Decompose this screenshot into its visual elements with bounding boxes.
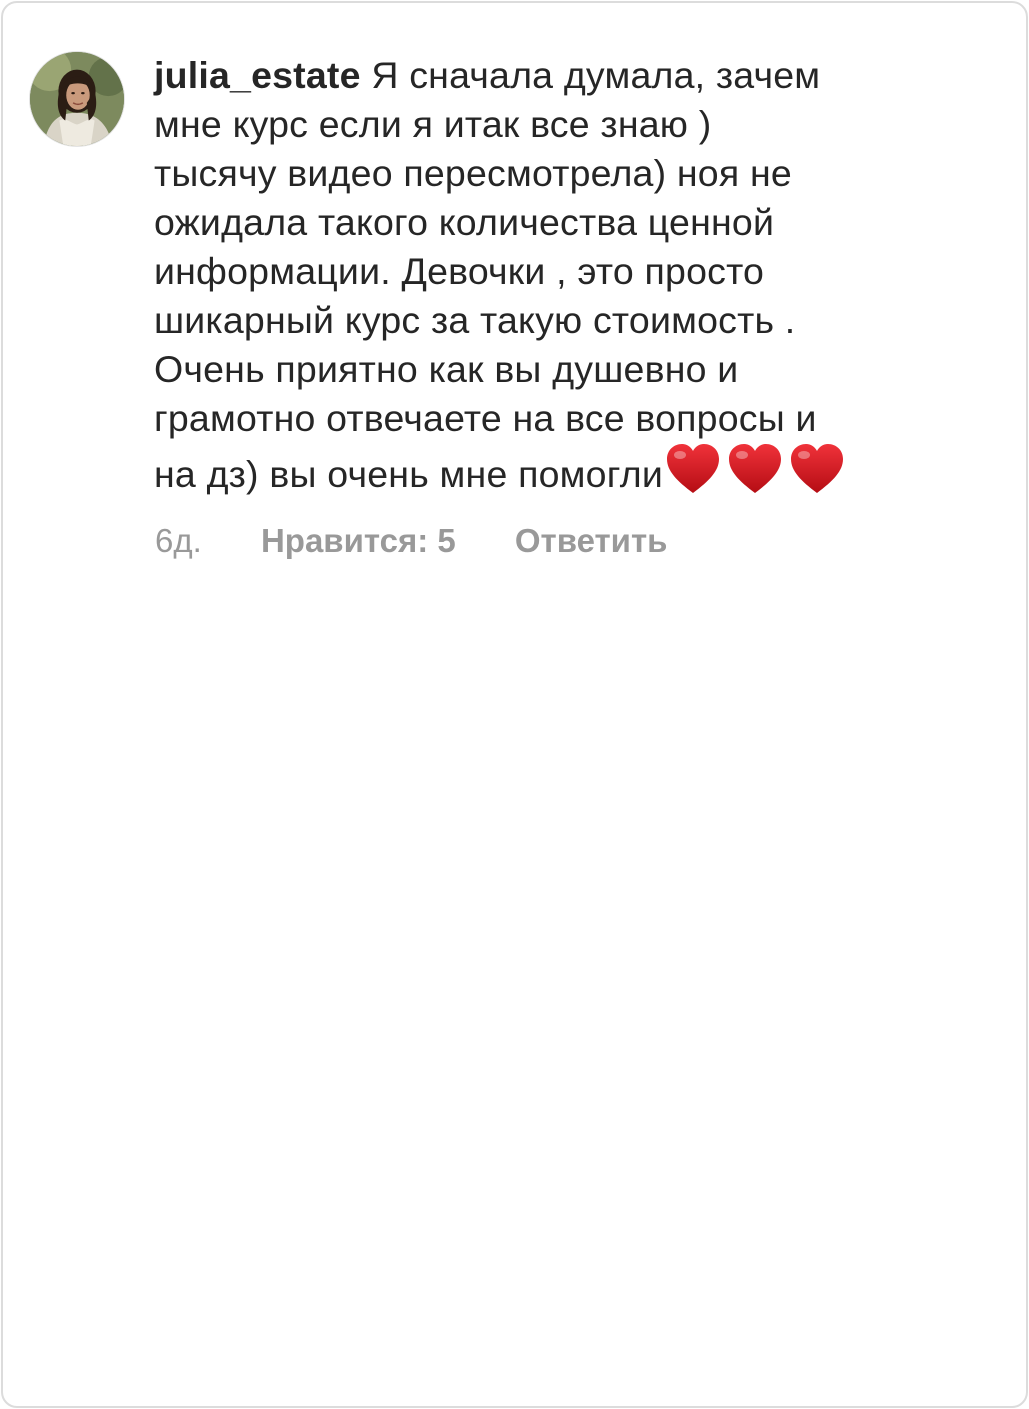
red-heart-icon [727, 443, 783, 495]
comment-line: информации. Девочки , это просто [154, 250, 765, 292]
avatar[interactable] [29, 51, 125, 147]
comment-meta: 6д. Нравится: 5 Ответить [155, 521, 717, 561]
comment-line: ожидала такого количества ценной [154, 201, 775, 243]
reply-button[interactable]: Ответить [515, 522, 668, 559]
comment-timestamp[interactable]: 6д. [155, 522, 202, 559]
red-heart-icon [789, 443, 845, 495]
comment-line: julia_estate Я сначала думала, зачем [154, 51, 954, 100]
comment-text: julia_estate Я сначала думала, зачем мне… [154, 51, 954, 507]
comment-card: julia_estate Я сначала думала, зачем мне… [1, 1, 1028, 1408]
comment-line: мне курс если я итак все знаю ) [154, 103, 712, 145]
avatar-photo [30, 52, 124, 146]
red-heart-icon [665, 443, 721, 495]
emoji-group [665, 443, 851, 507]
comment-line: шикарный курс за такую стоимость . [154, 299, 796, 341]
comment-last-line: на дз) вы очень мне помогли [154, 453, 663, 495]
comment-line: на дз) вы очень мне помогли [154, 443, 954, 507]
comment-line: грамотно отвечаете на все вопросы и [154, 397, 817, 439]
username-link[interactable]: julia_estate [154, 54, 361, 96]
comment-line: тысячу видео пересмотрела) ноя не [154, 152, 792, 194]
likes-count-link[interactable]: Нравится: 5 [261, 522, 456, 559]
comment-line: Очень приятно как вы душевно и [154, 348, 739, 390]
comment-first-line: Я сначала думала, зачем [371, 54, 821, 96]
